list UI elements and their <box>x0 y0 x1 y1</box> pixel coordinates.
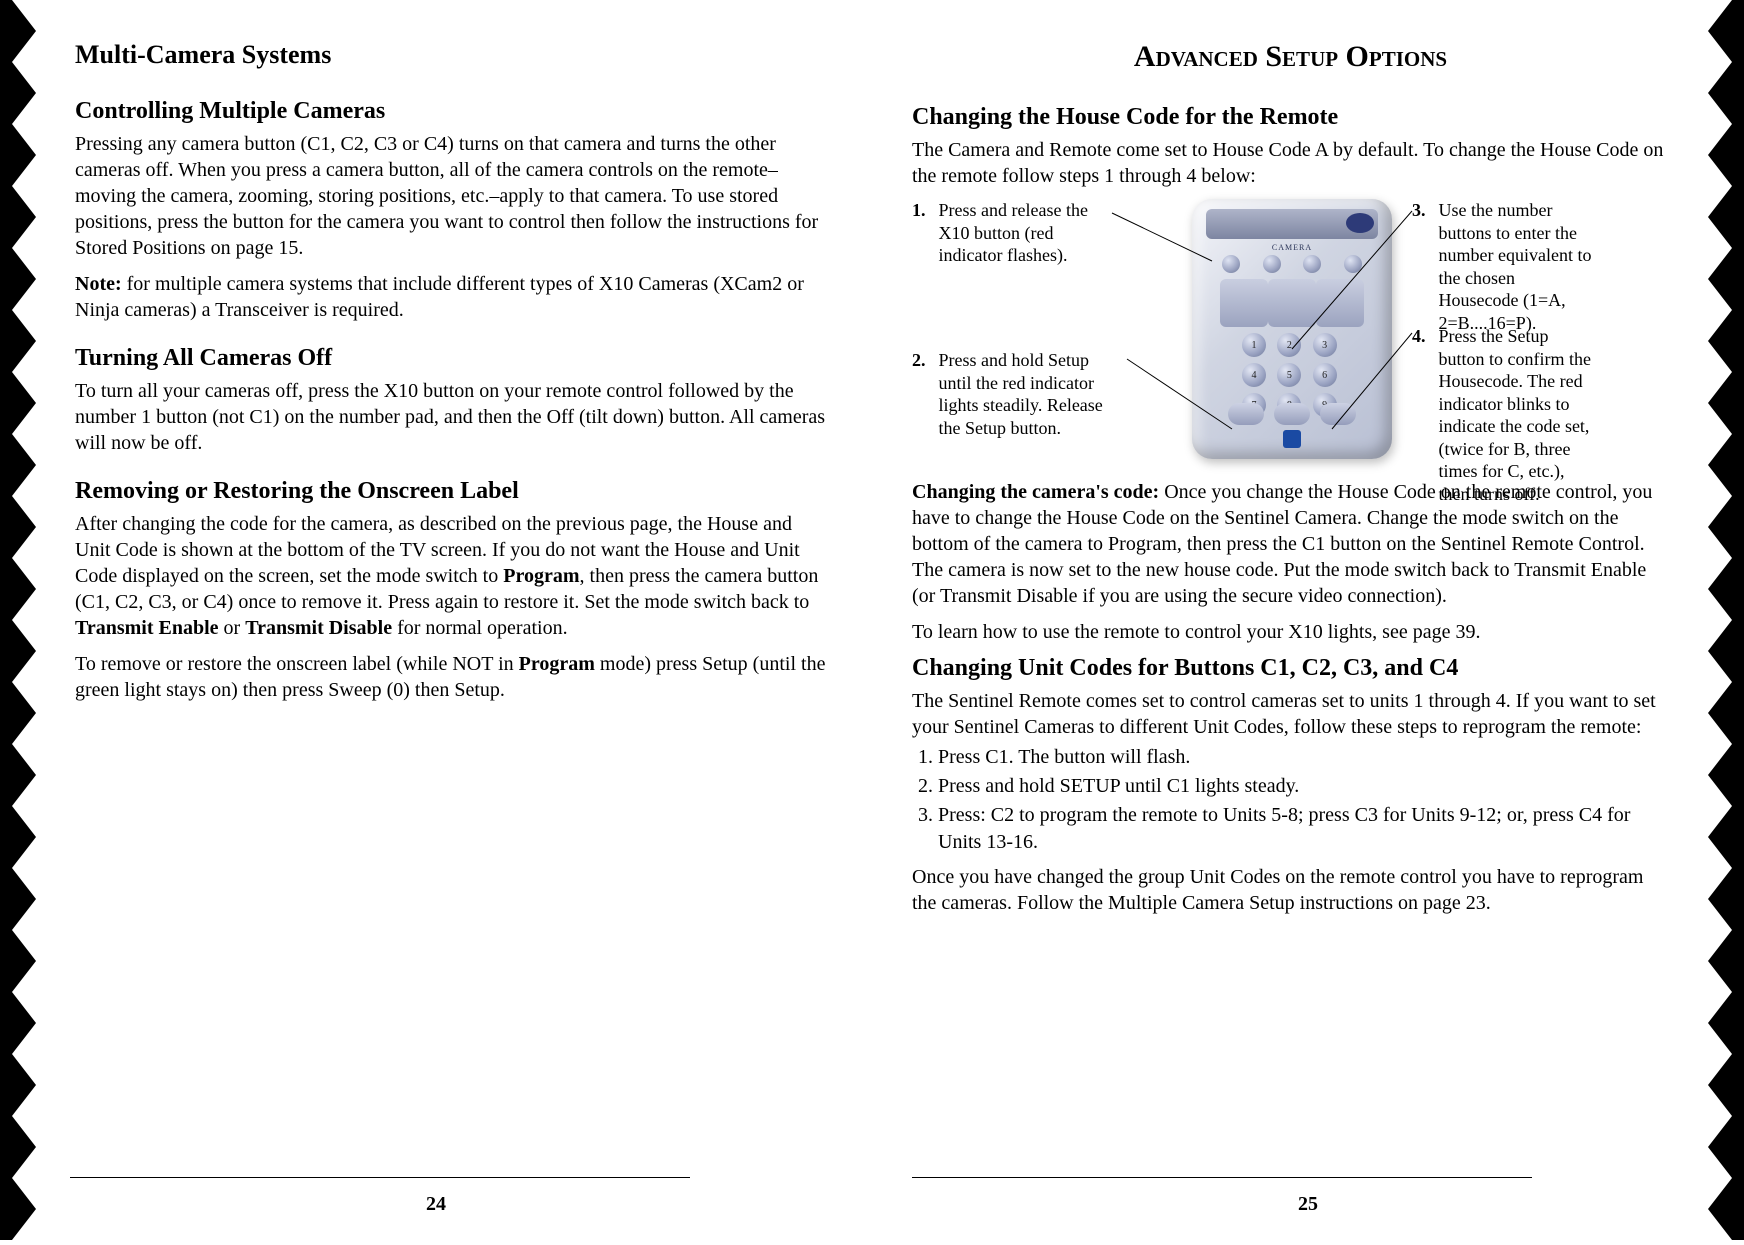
para-house-intro: The Camera and Remote come set to House … <box>912 137 1669 189</box>
heading-turning-off: Turning All Cameras Off <box>75 345 832 372</box>
heading-house-code: Changing the House Code for the Remote <box>912 104 1669 131</box>
para-onscreen-2: To remove or restore the onscreen label … <box>75 651 832 703</box>
para-reprogram-cameras: Once you have changed the group Unit Cod… <box>912 864 1669 916</box>
heading-controlling-multiple: Controlling Multiple Cameras <box>75 98 832 125</box>
changing-code-label: Changing the camera's code: <box>912 481 1159 503</box>
para-turning-off: To turn all your cameras off, press the … <box>75 378 832 456</box>
leader-lines <box>912 199 1612 469</box>
para-note: Note: for multiple camera systems that i… <box>75 271 832 323</box>
para-x10-lights: To learn how to use the remote to contro… <box>912 619 1669 645</box>
footer-rule-right <box>912 1177 1532 1178</box>
remote-diagram: 1. Press and release the X10 button (red… <box>912 199 1669 469</box>
para-controlling: Pressing any camera button (C1, C2, C3 o… <box>75 131 832 261</box>
page-heading-advanced: Advanced Setup Options <box>912 40 1669 74</box>
para-unit-codes-intro: The Sentinel Remote comes set to control… <box>912 688 1669 740</box>
footer-rule <box>70 1177 690 1178</box>
unit-step-1: Press C1. The button will flash. <box>938 744 1669 771</box>
unit-step-2: Press and hold SETUP until C1 lights ste… <box>938 773 1669 800</box>
heading-onscreen-label: Removing or Restoring the Onscreen Label <box>75 478 832 505</box>
page-right: Advanced Setup Options Changing the Hous… <box>872 0 1744 1240</box>
page-edge-left <box>0 0 40 1240</box>
unit-step-3: Press: C2 to program the remote to Units… <box>938 802 1669 856</box>
unit-code-steps: Press C1. The button will flash. Press a… <box>912 744 1669 856</box>
page-number-right: 25 <box>872 1193 1744 1216</box>
page-number-left: 24 <box>0 1193 872 1216</box>
section-title: Multi-Camera Systems <box>75 40 832 70</box>
page-left: Multi-Camera Systems Controlling Multipl… <box>0 0 872 1240</box>
heading-unit-codes: Changing Unit Codes for Buttons C1, C2, … <box>912 655 1669 682</box>
note-label: Note: <box>75 273 122 295</box>
page-edge-right <box>1704 0 1744 1240</box>
para-onscreen-1: After changing the code for the camera, … <box>75 511 832 641</box>
note-text: for multiple camera systems that include… <box>75 273 804 321</box>
